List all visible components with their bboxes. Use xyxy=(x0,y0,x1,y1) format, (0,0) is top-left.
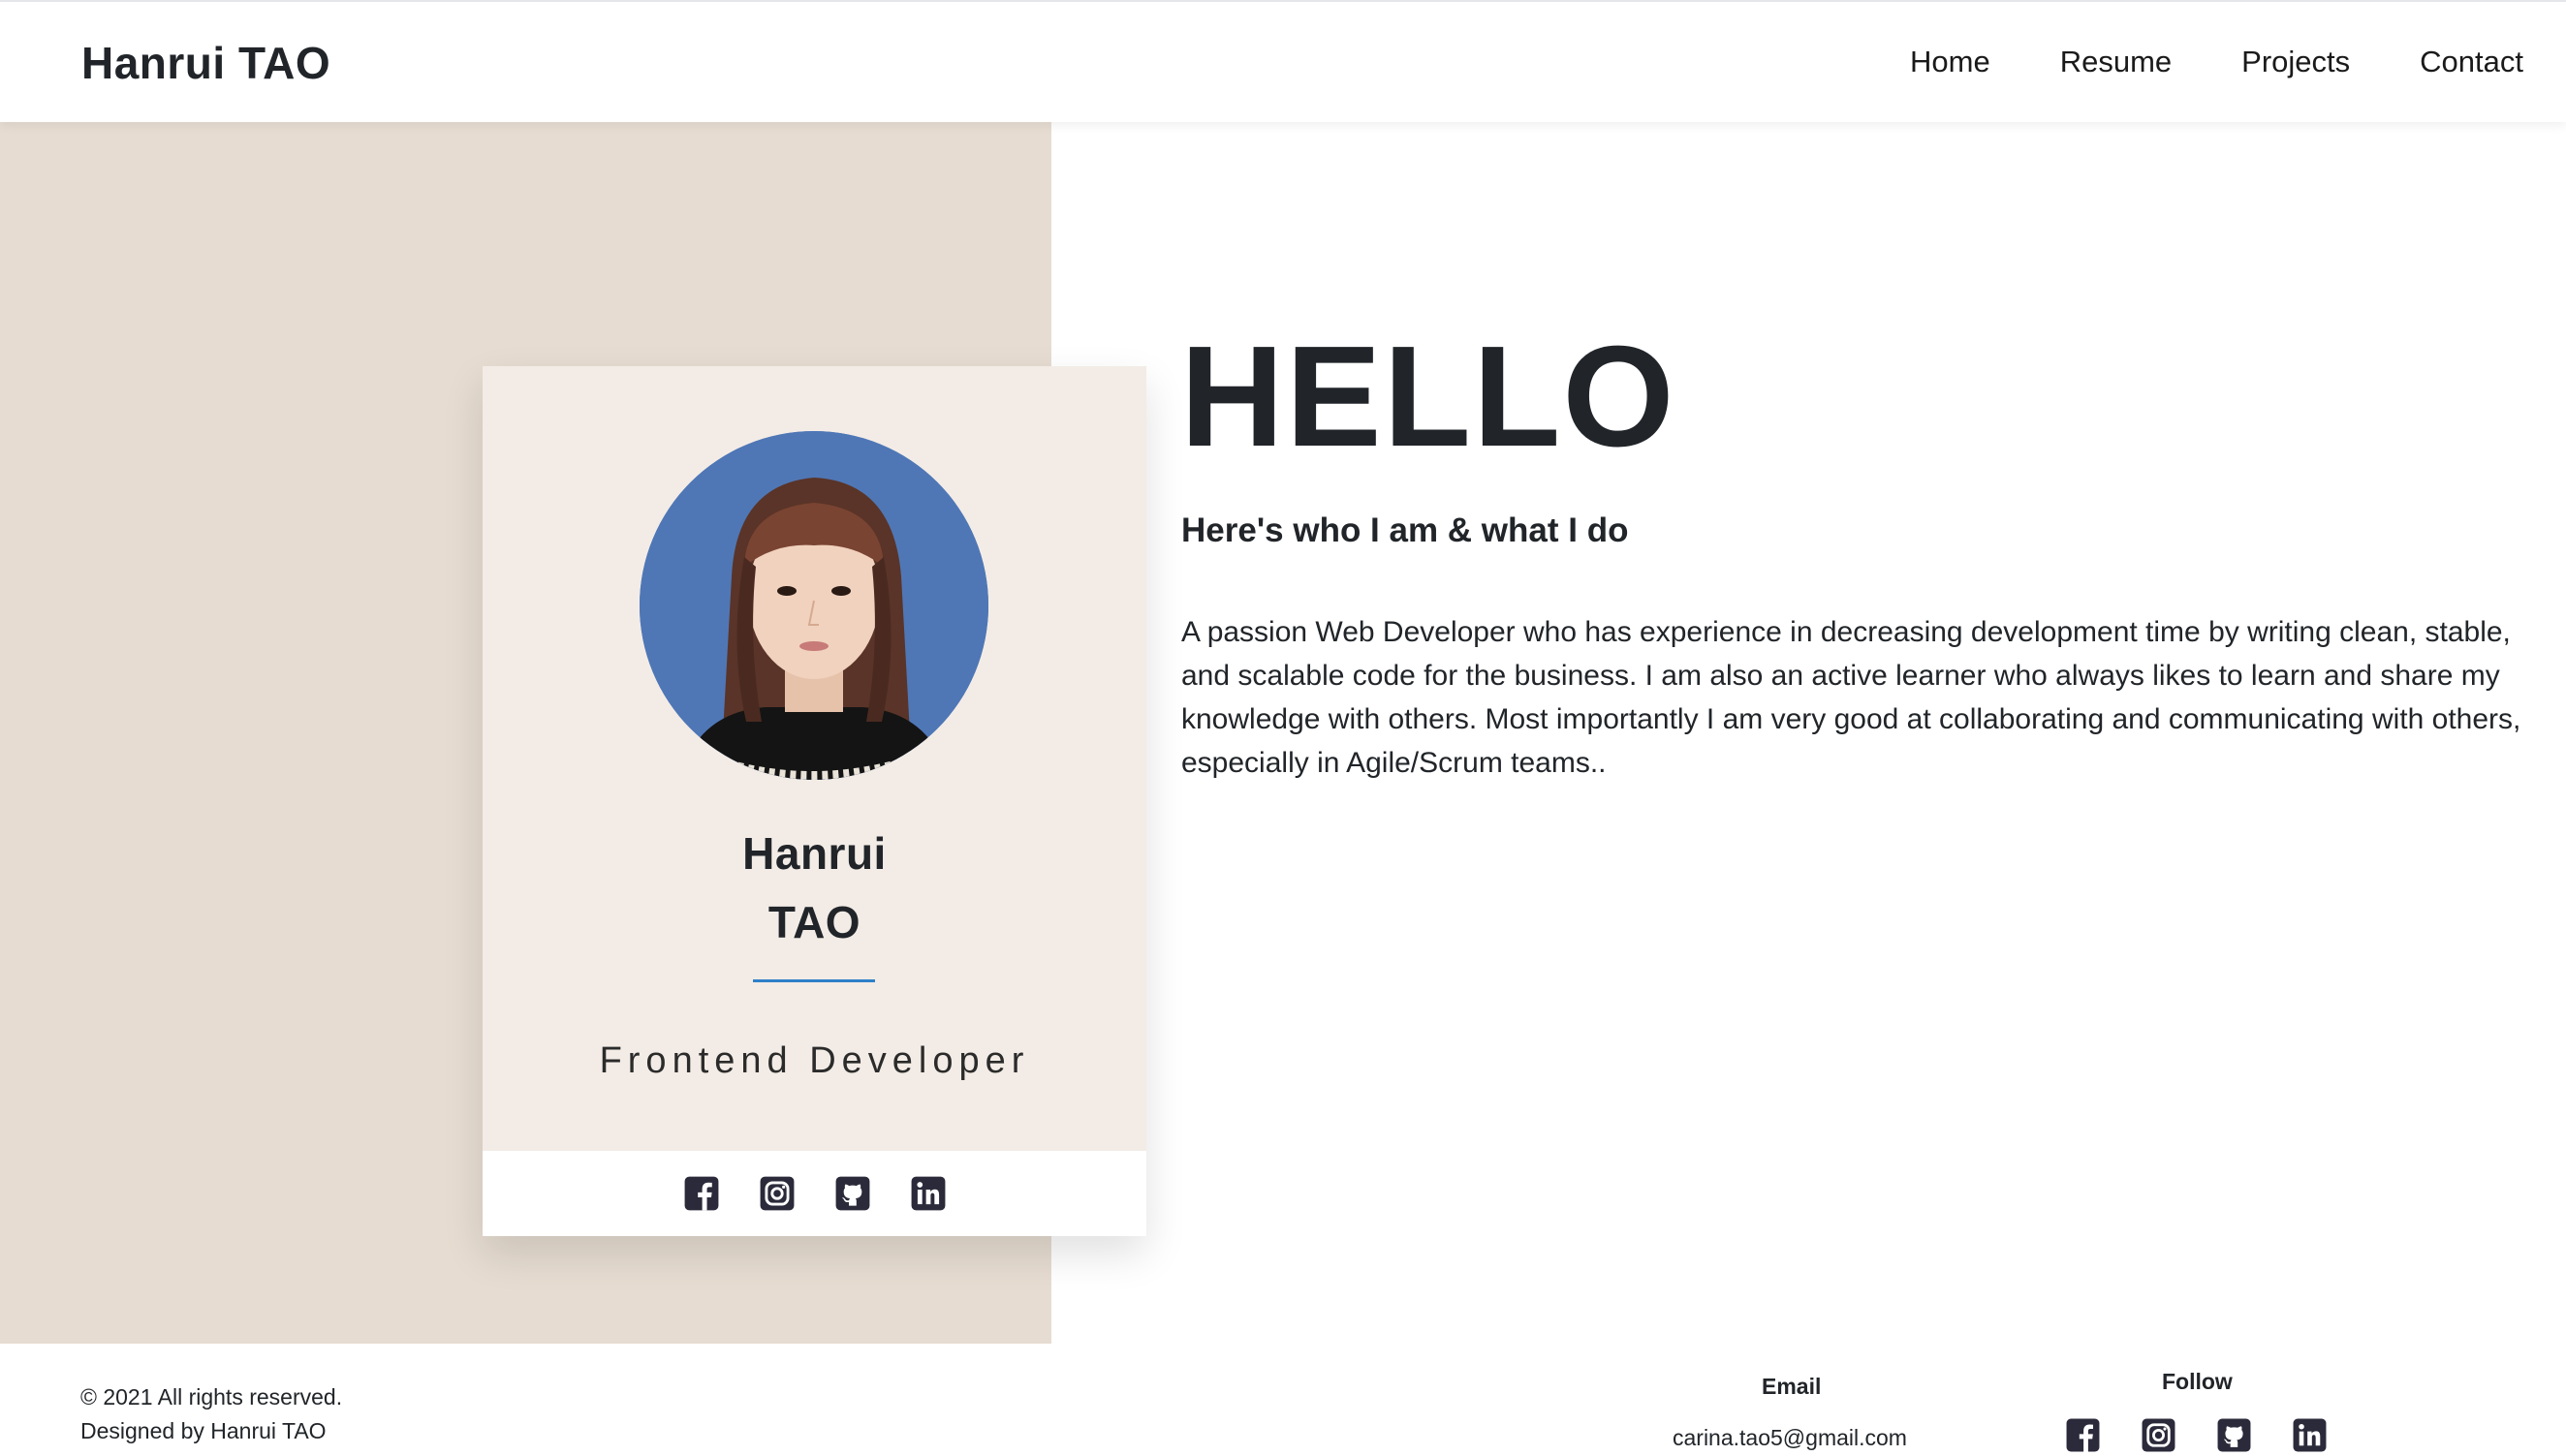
footer-credits: © 2021 All rights reserved. Designed by … xyxy=(80,1380,342,1448)
github-icon[interactable] xyxy=(834,1175,871,1212)
about-paragraph: A passion Web Developer who has experien… xyxy=(1181,616,2521,779)
profile-role: Frontend Developer xyxy=(599,1040,1030,1081)
profile-social-bar xyxy=(483,1151,1146,1236)
profile-card: Hanrui TAO Frontend Developer xyxy=(483,366,1146,1236)
hero-greeting: HELLO xyxy=(1180,317,1676,477)
instagram-icon[interactable] xyxy=(2141,1417,2176,1453)
facebook-icon[interactable] xyxy=(2065,1417,2101,1453)
nav-home-link[interactable]: Home xyxy=(1910,45,1990,79)
main-nav: Home Resume Projects Contact xyxy=(1840,45,2523,79)
profile-last-name: TAO xyxy=(767,897,861,947)
designed-by-text: Designed by Hanrui TAO xyxy=(80,1418,327,1443)
nav-contact-link[interactable]: Contact xyxy=(2420,45,2523,79)
facebook-icon[interactable] xyxy=(683,1175,720,1212)
nav-resume-link[interactable]: Resume xyxy=(2060,45,2172,79)
footer-email-link[interactable]: carina.tao5@gmail.com xyxy=(1673,1425,1907,1451)
linkedin-icon[interactable] xyxy=(910,1175,947,1212)
profile-first-name: Hanrui xyxy=(742,828,887,879)
footer-follow-heading: Follow xyxy=(2162,1369,2233,1394)
profile-avatar xyxy=(640,431,988,780)
footer-social-links xyxy=(2065,1417,2328,1453)
copyright-text: © 2021 All rights reserved. xyxy=(80,1384,343,1410)
site-header: Hanrui TAO Home Resume Projects Contact xyxy=(0,0,2566,122)
linkedin-icon[interactable] xyxy=(2292,1417,2328,1453)
site-brand[interactable]: Hanrui TAO xyxy=(81,37,330,89)
instagram-icon[interactable] xyxy=(759,1175,796,1212)
hero-subtitle: Here's who I am & what I do xyxy=(1181,511,1629,549)
nav-projects-link[interactable]: Projects xyxy=(2241,45,2350,79)
profile-divider xyxy=(753,979,875,982)
profile-name: Hanrui TAO xyxy=(483,820,1146,957)
site-footer: © 2021 All rights reserved. Designed by … xyxy=(0,1344,2566,1456)
github-icon[interactable] xyxy=(2216,1417,2252,1453)
footer-email-heading: Email xyxy=(1762,1374,1822,1399)
